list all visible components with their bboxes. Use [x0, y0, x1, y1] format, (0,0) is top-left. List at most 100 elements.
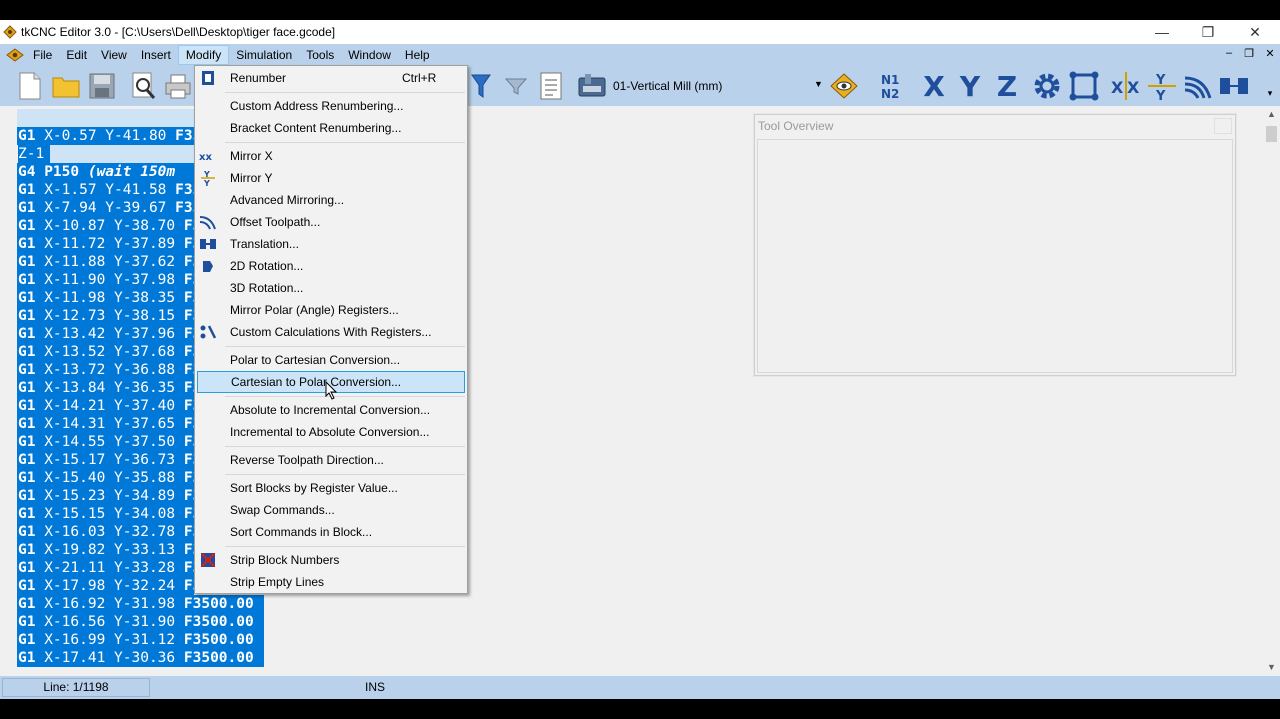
menu-item-reverse-toolpath-direction[interactable]: Reverse Toolpath Direction...: [197, 449, 465, 471]
new-file-icon[interactable]: [14, 70, 46, 102]
toolbar-overflow-icon[interactable]: ▾: [1263, 86, 1277, 100]
menu-separator: [225, 142, 465, 143]
menu-edit[interactable]: Edit: [59, 45, 94, 65]
code-line[interactable]: G1 X-17.41 Y-30.36 F3500.00: [17, 649, 264, 667]
code-line[interactable]: G1 X-14.55 Y-37.50 F3: [17, 433, 201, 451]
open-folder-icon[interactable]: [50, 70, 82, 102]
code-line[interactable]: G4 P150 (wait 150m: [17, 163, 194, 181]
document-eye-icon[interactable]: [4, 44, 26, 66]
svg-text:xx: xx: [199, 152, 212, 162]
bounding-box-icon[interactable]: [1068, 70, 1100, 102]
machine-icon[interactable]: [576, 70, 608, 102]
machine-select[interactable]: 01-Vertical Mill (mm): [613, 79, 722, 93]
restore-button[interactable]: ❐: [1185, 20, 1231, 44]
code-line[interactable]: G1 X-12.73 Y-38.15 F3: [17, 307, 201, 325]
code-line[interactable]: G1 X-17.98 Y-32.24 F3: [17, 577, 201, 595]
code-line[interactable]: G1 X-16.56 Y-31.90 F3500.00: [17, 613, 264, 631]
mirror-x-icon[interactable]: XX: [1110, 70, 1142, 102]
menu-insert[interactable]: Insert: [134, 45, 178, 65]
menu-item-sort-blocks-by-register-value[interactable]: Sort Blocks by Register Value...: [197, 477, 465, 499]
code-line[interactable]: G1 X-13.42 Y-37.96 F3: [17, 325, 201, 343]
mdi-close-button[interactable]: ✕: [1262, 47, 1278, 60]
menu-item-strip-empty-lines[interactable]: Strip Empty Lines: [197, 571, 465, 593]
mirror-y-icon: YY: [199, 169, 217, 187]
code-line[interactable]: G1 X-19.82 Y-33.13 F3: [17, 541, 201, 559]
print-icon[interactable]: [162, 70, 194, 102]
translation-icon[interactable]: [1218, 70, 1250, 102]
funnel-icon[interactable]: [500, 70, 532, 102]
menu-item-polar-to-cartesian-conversion[interactable]: Polar to Cartesian Conversion...: [197, 349, 465, 371]
menu-tools[interactable]: Tools: [299, 45, 341, 65]
filter-icon[interactable]: [465, 70, 497, 102]
code-line[interactable]: G1 X-11.88 Y-37.62 F3: [17, 253, 201, 271]
panel-close-button[interactable]: [1214, 118, 1232, 134]
menu-view[interactable]: View: [94, 45, 134, 65]
code-line[interactable]: G1 X-13.52 Y-37.68 F3: [17, 343, 201, 361]
rotation-2d-icon: [199, 257, 217, 275]
z-axis-icon[interactable]: Z: [991, 70, 1023, 103]
menu-item-renumber[interactable]: Renumber Ctrl+R: [197, 67, 465, 89]
scrollbar-thumb[interactable]: [1266, 126, 1277, 142]
code-line[interactable]: G1 X-21.11 Y-33.28 F3: [17, 559, 201, 577]
menu-item-mirror-polar-angle-registers[interactable]: Mirror Polar (Angle) Registers...: [197, 299, 465, 321]
menu-item-mirror-x[interactable]: xx Mirror X: [197, 145, 465, 167]
menu-item-swap-commands[interactable]: Swap Commands...: [197, 499, 465, 521]
menu-item-translation[interactable]: Translation...: [197, 233, 465, 255]
menu-modify[interactable]: Modify: [177, 45, 230, 65]
mirror-y-icon[interactable]: YY: [1146, 70, 1178, 102]
code-line[interactable]: G1 X-10.87 Y-38.70 F3: [17, 217, 201, 235]
menu-item-2d-rotation[interactable]: 2D Rotation...: [197, 255, 465, 277]
code-line[interactable]: G1 X-0.57 Y-41.80 F35: [17, 127, 201, 145]
vertical-scrollbar[interactable]: ▲ ▼: [1263, 106, 1280, 676]
offset-toolpath-icon[interactable]: [1182, 70, 1214, 102]
menu-item-label: Cartesian to Polar Conversion...: [231, 375, 402, 389]
code-line[interactable]: G1 X-7.94 Y-39.67 F35: [17, 199, 201, 217]
menu-item-advanced-mirroring[interactable]: Advanced Mirroring...: [197, 189, 465, 211]
code-line[interactable]: G1 X-13.72 Y-36.88 F3: [17, 361, 201, 379]
x-axis-icon[interactable]: X: [918, 70, 950, 103]
print-preview-icon[interactable]: [128, 70, 160, 102]
menu-help[interactable]: Help: [398, 45, 437, 65]
scroll-up-icon[interactable]: ▲: [1263, 106, 1280, 123]
code-line[interactable]: G1 X-11.98 Y-38.35 F3: [17, 289, 201, 307]
menu-item-offset-toolpath[interactable]: Offset Toolpath...: [197, 211, 465, 233]
code-line[interactable]: G1 X-1.57 Y-41.58 F35: [17, 181, 201, 199]
code-line[interactable]: G1 X-15.17 Y-36.73 F3: [17, 451, 201, 469]
menu-item-label: 3D Rotation...: [230, 281, 304, 295]
code-line[interactable]: G1 X-14.21 Y-37.40 F3: [17, 397, 201, 415]
menu-item-sort-commands-in-block[interactable]: Sort Commands in Block...: [197, 521, 465, 543]
save-icon[interactable]: [86, 70, 118, 102]
menu-item-bracket-content-renumbering[interactable]: Bracket Content Renumbering...: [197, 117, 465, 139]
menu-item-incremental-to-absolute-conversion[interactable]: Incremental to Absolute Conversion...: [197, 421, 465, 443]
code-line[interactable]: G1 X-13.84 Y-36.35 F3: [17, 379, 201, 397]
scroll-down-icon[interactable]: ▼: [1263, 659, 1280, 676]
menu-item-strip-block-numbers[interactable]: Strip Block Numbers: [197, 549, 465, 571]
menu-item-label: Mirror Y: [230, 171, 273, 185]
mdi-minimize-button[interactable]: –: [1221, 47, 1237, 59]
menu-item-3d-rotation[interactable]: 3D Rotation...: [197, 277, 465, 299]
y-axis-icon[interactable]: Y: [954, 70, 986, 103]
minimize-button[interactable]: —: [1139, 20, 1185, 44]
code-line[interactable]: G1 X-14.31 Y-37.65 F3: [17, 415, 201, 433]
code-line[interactable]: G1 X-15.40 Y-35.88 F3: [17, 469, 201, 487]
document-icon[interactable]: [535, 70, 567, 102]
menu-simulation[interactable]: Simulation: [229, 45, 299, 65]
code-line[interactable]: G1 X-11.90 Y-37.98 F3: [17, 271, 201, 289]
menu-item-mirror-y[interactable]: Y Y Mirror Y: [197, 167, 465, 189]
code-line[interactable]: G1 X-15.23 Y-34.89 F3: [17, 487, 201, 505]
code-line[interactable]: G1 X-16.99 Y-31.12 F3500.00: [17, 631, 264, 649]
menu-window[interactable]: Window: [341, 45, 398, 65]
code-line[interactable]: G1 X-16.92 Y-31.98 F3500.00: [17, 595, 264, 613]
menu-item-custom-address-renumbering[interactable]: Custom Address Renumbering...: [197, 95, 465, 117]
menu-item-custom-calculations-with-registers[interactable]: Custom Calculations With Registers...: [197, 321, 465, 343]
machine-dropdown-arrow-icon[interactable]: ▼: [814, 79, 823, 89]
eye-view-icon[interactable]: [828, 70, 860, 102]
mdi-restore-button[interactable]: ❐: [1241, 47, 1257, 60]
code-line[interactable]: G1 X-16.03 Y-32.78 F3: [17, 523, 201, 541]
renumber-icon[interactable]: N1 N2: [876, 70, 908, 102]
code-line[interactable]: G1 X-11.72 Y-37.89 F3: [17, 235, 201, 253]
close-button[interactable]: ✕: [1232, 20, 1278, 44]
gear-icon[interactable]: [1031, 70, 1063, 102]
menu-file[interactable]: File: [26, 45, 59, 65]
code-line[interactable]: G1 X-15.15 Y-34.08 F3: [17, 505, 201, 523]
